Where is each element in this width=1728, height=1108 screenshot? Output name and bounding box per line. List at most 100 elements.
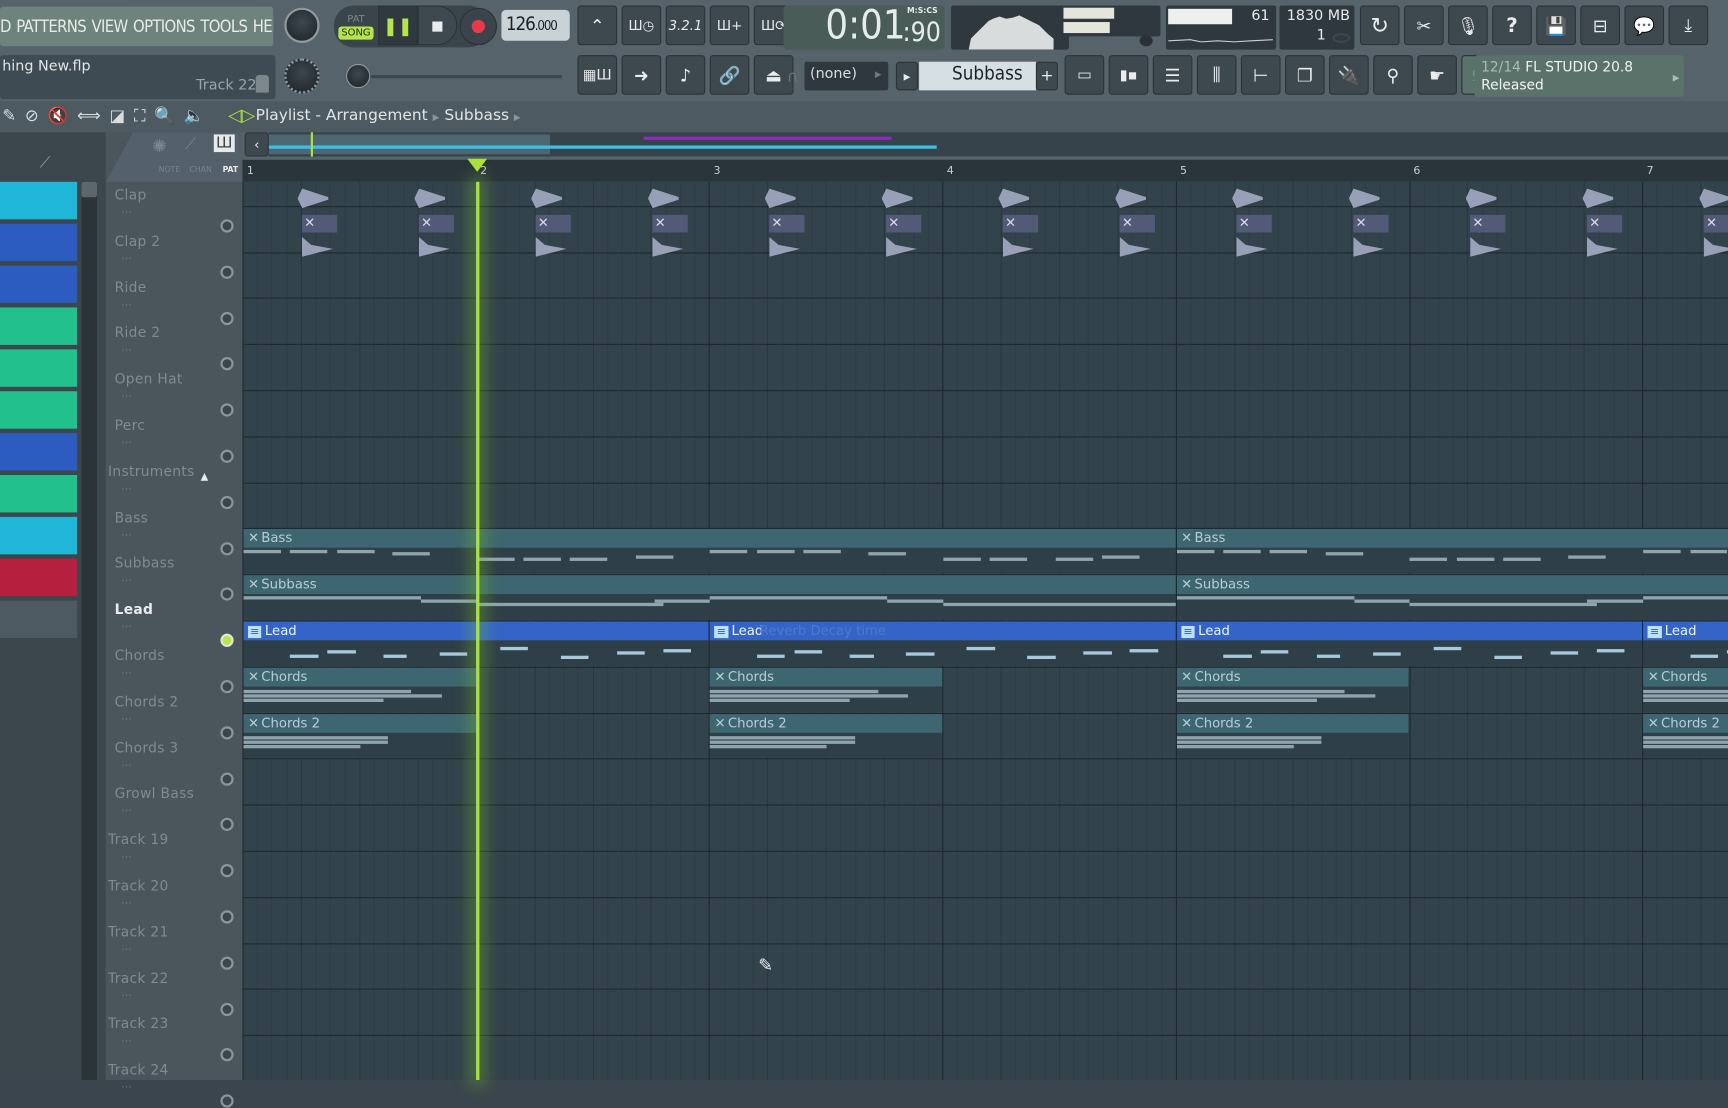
track-menu-dots[interactable]: ...	[121, 849, 132, 861]
scrub-button[interactable]: ♪	[665, 55, 706, 95]
export-button[interactable]: ⤓	[1668, 5, 1709, 46]
track-name[interactable]: Track 24	[108, 1061, 169, 1078]
select-tool-icon[interactable]: ⛶	[134, 106, 146, 126]
pattern-clip[interactable]: ✕ Bass	[242, 529, 1176, 574]
track-mute-button[interactable]	[220, 587, 234, 602]
browser-button[interactable]: ⊢	[1240, 55, 1281, 95]
track-name[interactable]: Clap 2	[115, 232, 161, 249]
pattern-selector[interactable]: Subbass	[919, 61, 1036, 91]
timeline-ruler[interactable]: 1234567	[242, 159, 1728, 182]
breadcrumb-pattern[interactable]: Subbass	[444, 107, 509, 125]
multilink-button[interactable]: 🔗	[709, 55, 750, 95]
track-menu-dots[interactable]: ...	[121, 342, 132, 354]
menu-item-options[interactable]: OPTIONS	[133, 17, 195, 37]
track-mute-button[interactable]	[220, 311, 234, 325]
pat-song-toggle[interactable]: PAT SONG	[334, 6, 378, 48]
track-name[interactable]: Chords	[115, 647, 165, 664]
pattern-clip[interactable]: ✕ Chords 2	[1175, 713, 1409, 758]
clap2-pattern-clip[interactable]: ✕	[1002, 214, 1039, 233]
pattern-clip[interactable]: ✕ Subbass	[242, 575, 1177, 620]
track-mute-button[interactable]	[220, 541, 234, 555]
metronome-button[interactable]: ⌃	[577, 5, 618, 46]
track-mute-button[interactable]	[220, 772, 234, 786]
track-name[interactable]: Clap	[115, 186, 147, 203]
menu-item-view[interactable]: VIEW	[92, 17, 129, 37]
track-mute-button[interactable]	[220, 726, 234, 740]
time-display[interactable]: 0:01 :90 M:S:CS	[783, 3, 945, 50]
track-menu-dots[interactable]: ...	[121, 526, 132, 538]
track-name[interactable]: Track 21	[108, 923, 169, 940]
stop-button[interactable]: ■	[417, 5, 458, 46]
clap2-sample-clip[interactable]	[301, 236, 333, 257]
picker-pattern-item[interactable]	[0, 600, 78, 639]
record-button[interactable]	[459, 7, 498, 46]
track-name[interactable]: Ride	[115, 278, 147, 295]
slice-tool-icon[interactable]: ◪	[109, 106, 125, 126]
clap2-pattern-clip[interactable]: ✕	[1353, 214, 1389, 233]
master-pitch-slider[interactable]	[346, 74, 563, 79]
add-pattern-button[interactable]: +	[1035, 61, 1058, 91]
pattern-clip[interactable]: ✕ Chords	[1642, 667, 1728, 712]
clap2-sample-clip[interactable]	[418, 236, 450, 257]
pattern-clip[interactable]: ✕ Chords	[242, 667, 476, 712]
pattern-clip[interactable]: ✕ Chords 2	[242, 713, 476, 758]
picker-pattern-item[interactable]	[0, 391, 78, 429]
track-menu-dots[interactable]: ...	[121, 250, 132, 262]
track-mute-button[interactable]	[220, 679, 234, 694]
track-menu-dots[interactable]: ...	[121, 480, 132, 492]
picker-pattern-item[interactable]	[0, 474, 78, 513]
clap2-pattern-clip[interactable]: ✕	[535, 214, 571, 233]
menu-item-help[interactable]: HELP	[253, 17, 274, 37]
project-info-button[interactable]: ❐	[1284, 55, 1325, 95]
audio-wave-icon[interactable]: ✺	[152, 136, 167, 157]
channel-rack-button[interactable]: ☰	[1152, 55, 1193, 95]
clap2-pattern-clip[interactable]: ✕	[418, 214, 455, 233]
track-mute-button[interactable]	[220, 633, 234, 648]
tab-pat[interactable]: PAT	[223, 165, 239, 174]
song-label[interactable]: SONG	[338, 25, 374, 40]
menu-item-tools[interactable]: TOOLS	[200, 17, 248, 37]
track-menu-dots[interactable]: ...	[121, 388, 132, 400]
playback-tool-icon[interactable]: 🔈	[184, 106, 205, 126]
clap2-pattern-clip[interactable]: ✕	[301, 214, 338, 233]
cpu-meter[interactable]: 61	[1165, 5, 1277, 50]
track-mute-button[interactable]	[220, 495, 234, 509]
track-mute-button[interactable]	[220, 818, 234, 832]
clap2-pattern-clip[interactable]: ✕	[1119, 214, 1155, 233]
clap2-pattern-clip[interactable]: ✕	[652, 214, 688, 233]
tempo-field[interactable]: 126.000	[501, 9, 570, 41]
pattern-clip[interactable]: ✕ Chords 2	[709, 713, 943, 758]
track-mute-button[interactable]	[220, 357, 234, 371]
pattern-clip[interactable]: ✕ Subbass	[1175, 575, 1728, 620]
pattern-clip[interactable]: ✕ Chords	[709, 667, 943, 712]
track-mute-button[interactable]	[220, 403, 234, 417]
zoom-tool-icon[interactable]: 🔍	[154, 106, 175, 126]
pattern-clip[interactable]: ✕ Chords	[1175, 667, 1409, 712]
collapse-group-icon[interactable]: ▲	[201, 472, 209, 483]
pattern-clip[interactable]: ✕ Bass	[1175, 529, 1728, 574]
tab-note[interactable]: NOTE	[159, 165, 180, 174]
picker-pattern-item[interactable]	[0, 265, 78, 304]
track-name[interactable]: Bass	[115, 509, 149, 526]
meter-view-icon[interactable]	[1139, 35, 1153, 47]
news-next-icon[interactable]: ▶	[1673, 69, 1680, 87]
picker-pattern-item[interactable]	[0, 223, 78, 262]
edison-button[interactable]: ✂	[1403, 5, 1444, 46]
track-name[interactable]: Track 22	[108, 969, 169, 986]
track-mute-button[interactable]	[220, 219, 234, 233]
track-menu-dots[interactable]: ...	[121, 665, 132, 677]
save-button[interactable]: 💾	[1536, 5, 1576, 46]
picker-pattern-item[interactable]	[0, 558, 78, 597]
track-mute-button[interactable]	[220, 1048, 234, 1062]
pattern-clip[interactable]: ≡ Lead	[1642, 621, 1728, 666]
track-mute-button[interactable]	[220, 449, 234, 463]
track-name[interactable]: Track 20	[108, 877, 169, 894]
undo-button[interactable]: ↻	[1359, 5, 1400, 46]
clap2-sample-clip[interactable]	[769, 236, 801, 257]
track-mute-button[interactable]	[220, 956, 234, 970]
clap2-sample-clip[interactable]	[652, 236, 684, 257]
track-name[interactable]: Chords 2	[115, 693, 179, 710]
memory-meter[interactable]: 1830 MB 1	[1279, 5, 1355, 50]
track-name[interactable]: Track 19	[108, 831, 169, 848]
automation-link-icon[interactable]: ⟋	[40, 154, 51, 172]
